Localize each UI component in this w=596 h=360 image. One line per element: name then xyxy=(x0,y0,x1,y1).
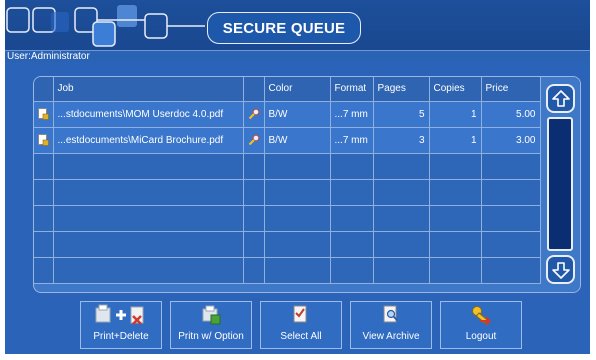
scroll-up-icon xyxy=(551,89,570,107)
column-header-pages[interactable]: Pages xyxy=(373,77,430,102)
scroll-track[interactable] xyxy=(547,117,573,251)
pages-cell: 5 xyxy=(373,101,430,128)
main-panel: Job Color Format Pages Copies Price ...s… xyxy=(5,62,590,354)
column-header-price[interactable]: Price xyxy=(481,77,541,102)
job-table: Job Color Format Pages Copies Price ...s… xyxy=(34,77,541,284)
select-all-label: Select All xyxy=(280,331,322,342)
copies-cell: 1 xyxy=(429,127,482,154)
preview-cell[interactable] xyxy=(243,127,265,154)
color-cell: B/W xyxy=(264,101,331,128)
select-all-icon xyxy=(292,304,310,326)
print-with-option-label: Pritn w/ Option xyxy=(178,331,244,342)
price-cell: 5.00 xyxy=(481,101,541,128)
table-header-row: Job Color Format Pages Copies Price xyxy=(34,77,541,102)
scroll-up-button[interactable] xyxy=(546,84,575,113)
print-delete-icon xyxy=(93,304,149,326)
logout-button[interactable]: Logout xyxy=(440,301,522,349)
view-archive-label: View Archive xyxy=(362,331,420,342)
color-cell: B/W xyxy=(264,127,331,154)
empty-table-row xyxy=(34,231,541,258)
empty-table-row xyxy=(34,257,541,284)
select-all-button[interactable]: Select All xyxy=(260,301,342,349)
doc-lock-cell xyxy=(34,101,54,128)
column-header-blank xyxy=(243,77,265,102)
column-header-copies[interactable]: Copies xyxy=(429,77,482,102)
print-delete-button[interactable]: Print+Delete xyxy=(80,301,162,349)
column-header-format[interactable]: Format xyxy=(330,77,374,102)
document-lock-icon xyxy=(38,108,49,120)
user-status: User:Administrator xyxy=(5,50,590,62)
column-header-icon xyxy=(34,77,54,102)
print-delete-label: Print+Delete xyxy=(93,331,149,342)
doc-lock-cell xyxy=(34,127,54,154)
job-table-panel: Job Color Format Pages Copies Price ...s… xyxy=(33,76,581,293)
page-title: SECURE QUEUE xyxy=(207,12,361,44)
column-header-job[interactable]: Job xyxy=(53,77,244,102)
logout-icon xyxy=(470,304,492,326)
print-with-option-button[interactable]: Pritn w/ Option xyxy=(170,301,252,349)
secure-queue-screen: SECURE QUEUE User:Administrator Job Colo… xyxy=(0,0,596,360)
empty-table-row xyxy=(34,205,541,232)
document-lock-icon xyxy=(38,134,49,146)
job-name-cell: ...stdocuments\MOM Userdoc 4.0.pdf xyxy=(53,101,244,128)
magnifier-icon[interactable] xyxy=(248,108,260,120)
copies-cell: 1 xyxy=(429,101,482,128)
empty-table-row xyxy=(34,179,541,206)
view-archive-button[interactable]: View Archive xyxy=(350,301,432,349)
column-header-color[interactable]: Color xyxy=(264,77,331,102)
format-cell: ...7 mm xyxy=(330,127,374,154)
scroll-down-button[interactable] xyxy=(546,255,575,284)
action-bar: Print+Delete Pritn w/ Option Select All … xyxy=(5,301,590,354)
view-archive-icon xyxy=(382,304,400,326)
empty-table-row xyxy=(34,153,541,180)
format-cell: ...7 mm xyxy=(330,101,374,128)
scroll-down-icon xyxy=(551,261,570,279)
magnifier-icon[interactable] xyxy=(248,134,260,146)
logout-label: Logout xyxy=(465,331,497,342)
scrollbar[interactable] xyxy=(541,77,580,292)
pages-cell: 3 xyxy=(373,127,430,154)
print-option-icon xyxy=(200,304,222,326)
table-row[interactable]: ...stdocuments\MOM Userdoc 4.0.pdf B/W .… xyxy=(34,101,541,128)
price-cell: 3.00 xyxy=(481,127,541,154)
preview-cell[interactable] xyxy=(243,101,265,128)
table-row[interactable]: ...estdocuments\MiCard Brochure.pdf B/W … xyxy=(34,127,541,154)
header-bar: SECURE QUEUE xyxy=(5,0,590,50)
job-name-cell: ...estdocuments\MiCard Brochure.pdf xyxy=(53,127,244,154)
